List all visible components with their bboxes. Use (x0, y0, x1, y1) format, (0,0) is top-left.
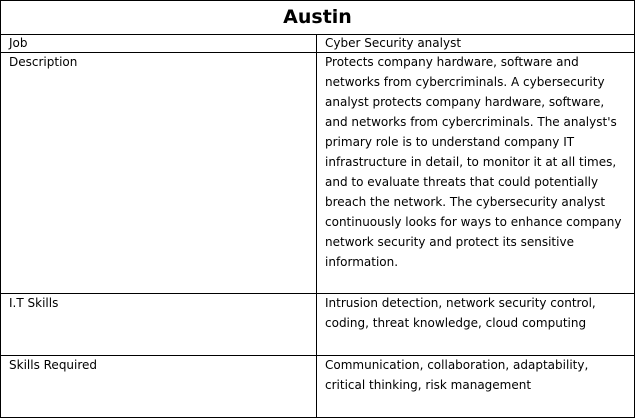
table-row-job: Job Cyber Security analyst (0, 34, 635, 54)
table-row-it-skills: I.T Skills Intrusion detection, network … (0, 293, 635, 356)
row-label-cell: I.T Skills (0, 293, 317, 356)
row-label-cell: Skills Required (0, 354, 317, 419)
table-row-description: Description Protects company hardware, s… (0, 52, 635, 295)
table-row-skills-required: Skills Required Communication, collabora… (0, 354, 635, 419)
row-value-it-skills: Intrusion detection, network security co… (325, 296, 596, 331)
row-label-cell: Description (0, 52, 317, 295)
profile-table: Austin Job Cyber Security analyst Descri… (0, 0, 635, 419)
row-value-skills-required: Communication, collaboration, adaptabili… (325, 357, 589, 392)
row-label-skills-required: Skills Required (9, 357, 98, 372)
row-value-cell: Protects company hardware, software and … (315, 52, 635, 295)
row-value-cell: Communication, collaboration, adaptabili… (315, 354, 635, 419)
row-label-description: Description (9, 55, 78, 70)
row-label-cell: Job (0, 34, 317, 54)
row-value-description: Protects company hardware, software and … (325, 55, 622, 270)
title-row: Austin (0, 0, 635, 36)
row-label-it-skills: I.T Skills (9, 296, 59, 311)
row-value-cell: Cyber Security analyst (315, 34, 635, 54)
row-label-job: Job (9, 36, 28, 51)
row-value-cell: Intrusion detection, network security co… (315, 293, 635, 356)
table-title: Austin (0, 0, 635, 36)
row-value-job: Cyber Security analyst (325, 36, 462, 51)
